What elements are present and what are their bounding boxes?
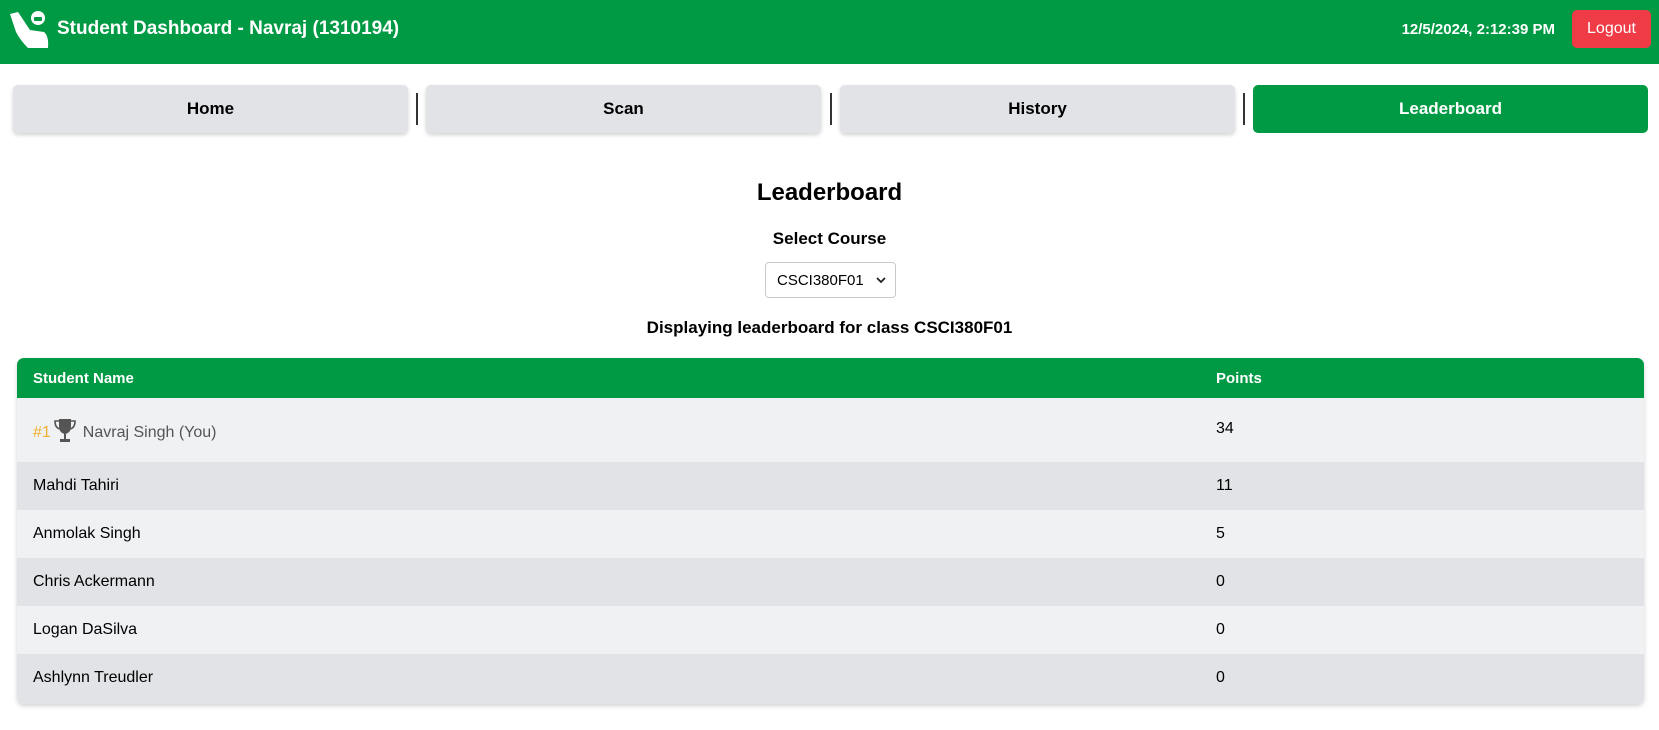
trophy-icon: [53, 419, 76, 442]
top-header: Student Dashboard - Navraj (1310194) 12/…: [0, 0, 1659, 64]
app-title: Student Dashboard - Navraj (1310194): [57, 18, 400, 39]
student-name-cell: #1 Navraj Singh (You): [33, 419, 217, 446]
course-select-value: CSCI380F01: [777, 271, 864, 289]
table-row: Anmolak Singh 5: [17, 510, 1644, 558]
course-select[interactable]: CSCI380F01: [765, 262, 896, 298]
leaderboard-table: Student Name Points #1 Navraj Singh (You…: [17, 358, 1644, 704]
points-cell: 0: [1216, 621, 1225, 638]
logout-button[interactable]: Logout: [1572, 10, 1651, 48]
nav-divider: [830, 93, 832, 125]
student-name: Logan DaSilva: [33, 621, 138, 638]
main-nav: Home Scan History Leaderboard: [13, 85, 1648, 133]
table-row: Mahdi Tahiri 11: [17, 462, 1644, 510]
points-cell: 5: [1216, 525, 1225, 542]
tab-home[interactable]: Home: [13, 85, 408, 133]
current-datetime: 12/5/2024, 2:12:39 PM: [1401, 21, 1555, 38]
tab-leaderboard[interactable]: Leaderboard: [1253, 85, 1648, 133]
points-cell: 0: [1216, 669, 1225, 686]
table-header: Student Name Points: [17, 358, 1644, 398]
student-name: Navraj Singh (You): [82, 424, 217, 441]
points-cell: 0: [1216, 573, 1225, 590]
table-row: Ashlynn Treudler 0: [17, 654, 1644, 704]
tab-history[interactable]: History: [840, 85, 1235, 133]
student-name: Anmolak Singh: [33, 525, 141, 542]
tab-scan[interactable]: Scan: [426, 85, 821, 133]
page-title: Leaderboard: [756, 179, 903, 206]
course-select-label: Select Course: [772, 229, 887, 248]
student-name: Chris Ackermann: [33, 573, 155, 590]
rank-label: #1: [33, 424, 51, 441]
points-cell: 34: [1216, 420, 1234, 437]
table-row: #1 Navraj Singh (You) 34: [17, 398, 1644, 462]
table-row: Logan DaSilva 0: [17, 606, 1644, 654]
column-header-name: Student Name: [33, 370, 134, 387]
student-name: Ashlynn Treudler: [33, 669, 154, 686]
leaderboard-caption: Displaying leaderboard for class CSCI380…: [646, 318, 1013, 337]
column-header-points: Points: [1216, 370, 1262, 387]
student-name: Mahdi Tahiri: [33, 477, 119, 494]
app-logo-icon: [10, 11, 49, 48]
chevron-down-icon: [876, 277, 886, 284]
table-row: Chris Ackermann 0: [17, 558, 1644, 606]
nav-divider: [1243, 93, 1245, 125]
nav-divider: [416, 93, 418, 125]
points-cell: 11: [1216, 477, 1233, 494]
